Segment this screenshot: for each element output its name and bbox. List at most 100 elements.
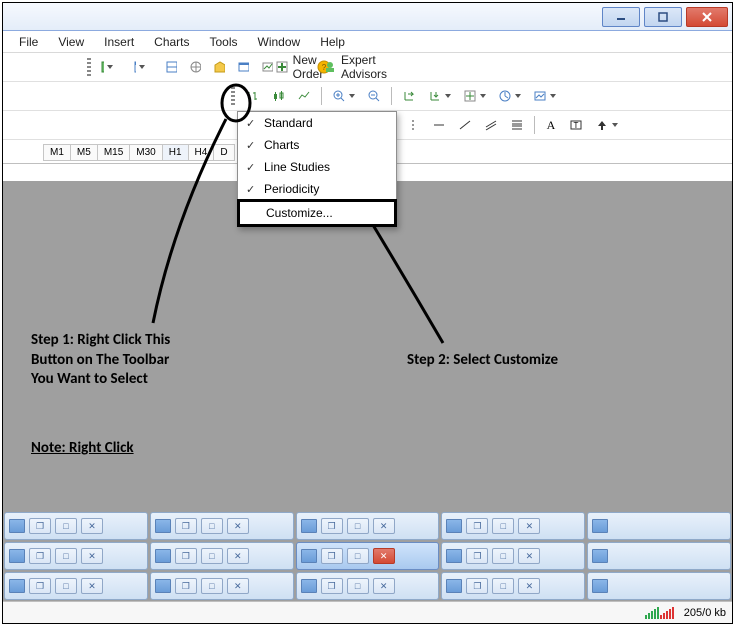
child-window[interactable]: ❐□✕: [4, 572, 148, 600]
maximize-icon[interactable]: □: [347, 578, 369, 594]
restore-icon[interactable]: ❐: [29, 548, 51, 564]
child-window[interactable]: ❐□✕: [150, 572, 294, 600]
restore-icon[interactable]: ❐: [321, 518, 343, 534]
restore-icon[interactable]: ❐: [29, 518, 51, 534]
maximize-button[interactable]: [644, 7, 682, 27]
tf-m30[interactable]: M30: [129, 144, 162, 161]
restore-icon[interactable]: ❐: [175, 548, 197, 564]
navigator-button[interactable]: [184, 56, 206, 78]
maximize-icon[interactable]: □: [492, 548, 514, 564]
maximize-icon[interactable]: □: [347, 548, 369, 564]
child-window[interactable]: [587, 542, 731, 570]
maximize-icon[interactable]: □: [55, 518, 77, 534]
menu-insert[interactable]: Insert: [94, 32, 144, 52]
market-watch-button[interactable]: [160, 56, 182, 78]
maximize-icon[interactable]: □: [492, 578, 514, 594]
maximize-icon[interactable]: □: [201, 578, 223, 594]
templates-button[interactable]: [528, 85, 561, 107]
menu-view[interactable]: View: [48, 32, 94, 52]
maximize-icon[interactable]: □: [55, 578, 77, 594]
horizontal-line-button[interactable]: [427, 114, 451, 136]
close-icon[interactable]: ✕: [518, 518, 540, 534]
new-chart-button[interactable]: [96, 56, 118, 78]
auto-scroll-button[interactable]: [397, 85, 421, 107]
restore-icon[interactable]: ❐: [29, 578, 51, 594]
child-window-active[interactable]: ❐□✕: [296, 542, 440, 570]
trendline-button[interactable]: [453, 114, 477, 136]
child-window[interactable]: ❐□✕: [4, 512, 148, 540]
toolbar-grip[interactable]: [87, 58, 91, 76]
ctx-standard[interactable]: Standard: [238, 112, 396, 134]
close-icon[interactable]: ✕: [227, 578, 249, 594]
menu-file[interactable]: File: [9, 32, 48, 52]
menu-tools[interactable]: Tools: [200, 32, 248, 52]
text-label-button[interactable]: T: [564, 114, 588, 136]
child-window[interactable]: ❐□✕: [150, 542, 294, 570]
ctx-charts[interactable]: Charts: [238, 134, 396, 156]
ctx-line-studies[interactable]: Line Studies: [238, 156, 396, 178]
chart-shift-button[interactable]: [423, 85, 456, 107]
child-window[interactable]: ❐□✕: [441, 572, 585, 600]
maximize-icon[interactable]: □: [201, 518, 223, 534]
restore-icon[interactable]: ❐: [175, 518, 197, 534]
restore-icon[interactable]: ❐: [321, 548, 343, 564]
child-window[interactable]: ❐□✕: [441, 542, 585, 570]
zoom-out-button[interactable]: [362, 85, 386, 107]
arrows-button[interactable]: [590, 114, 623, 136]
child-window[interactable]: ❐□✕: [296, 572, 440, 600]
restore-icon[interactable]: ❐: [466, 578, 488, 594]
toolbar-grip[interactable]: [231, 87, 235, 105]
restore-icon[interactable]: ❐: [466, 518, 488, 534]
close-icon[interactable]: ✕: [518, 548, 540, 564]
child-window[interactable]: ❐□✕: [441, 512, 585, 540]
close-icon[interactable]: ✕: [373, 518, 395, 534]
child-window[interactable]: [587, 512, 731, 540]
ctx-periodicity[interactable]: Periodicity: [238, 178, 396, 200]
channel-button[interactable]: [479, 114, 503, 136]
maximize-icon[interactable]: □: [492, 518, 514, 534]
periods-button[interactable]: [493, 85, 526, 107]
restore-icon[interactable]: ❐: [466, 548, 488, 564]
tf-m1[interactable]: M1: [43, 144, 71, 161]
candlestick-button[interactable]: [266, 85, 290, 107]
tf-m15[interactable]: M15: [97, 144, 130, 161]
tf-h1[interactable]: H1: [162, 144, 189, 161]
close-icon[interactable]: ✕: [518, 578, 540, 594]
maximize-icon[interactable]: □: [201, 548, 223, 564]
indicators-button[interactable]: [458, 85, 491, 107]
data-window-button[interactable]: [208, 56, 230, 78]
child-window[interactable]: [587, 572, 731, 600]
terminal-button[interactable]: [232, 56, 254, 78]
restore-icon[interactable]: ❐: [321, 578, 343, 594]
line-chart-button[interactable]: [292, 85, 316, 107]
tf-m5[interactable]: M5: [70, 144, 98, 161]
tf-h4[interactable]: H4: [188, 144, 215, 161]
close-icon[interactable]: ✕: [373, 578, 395, 594]
child-window[interactable]: ❐□✕: [296, 512, 440, 540]
close-icon[interactable]: ✕: [81, 518, 103, 534]
text-button[interactable]: A: [540, 114, 562, 136]
close-icon[interactable]: ✕: [227, 548, 249, 564]
minimize-button[interactable]: [602, 7, 640, 27]
tf-d1[interactable]: D: [213, 144, 234, 161]
close-icon[interactable]: ✕: [373, 548, 395, 564]
new-order-button[interactable]: New Order: [288, 56, 310, 78]
close-icon[interactable]: ✕: [81, 578, 103, 594]
profiles-button[interactable]: [128, 56, 150, 78]
ctx-customize[interactable]: Customize...: [237, 199, 397, 227]
menu-window[interactable]: Window: [248, 32, 311, 52]
close-icon[interactable]: ✕: [227, 518, 249, 534]
maximize-icon[interactable]: □: [55, 548, 77, 564]
fibonacci-button[interactable]: [505, 114, 529, 136]
zoom-in-button[interactable]: [327, 85, 360, 107]
bar-chart-button[interactable]: [240, 85, 264, 107]
expert-advisors-button[interactable]: Expert Advisors: [344, 56, 366, 78]
menu-charts[interactable]: Charts: [144, 32, 199, 52]
child-window[interactable]: ❐□✕: [4, 542, 148, 570]
restore-icon[interactable]: ❐: [175, 578, 197, 594]
close-button[interactable]: [686, 7, 728, 27]
menu-help[interactable]: Help: [310, 32, 355, 52]
maximize-icon[interactable]: □: [347, 518, 369, 534]
close-icon[interactable]: ✕: [81, 548, 103, 564]
vertical-line-button[interactable]: [401, 114, 425, 136]
